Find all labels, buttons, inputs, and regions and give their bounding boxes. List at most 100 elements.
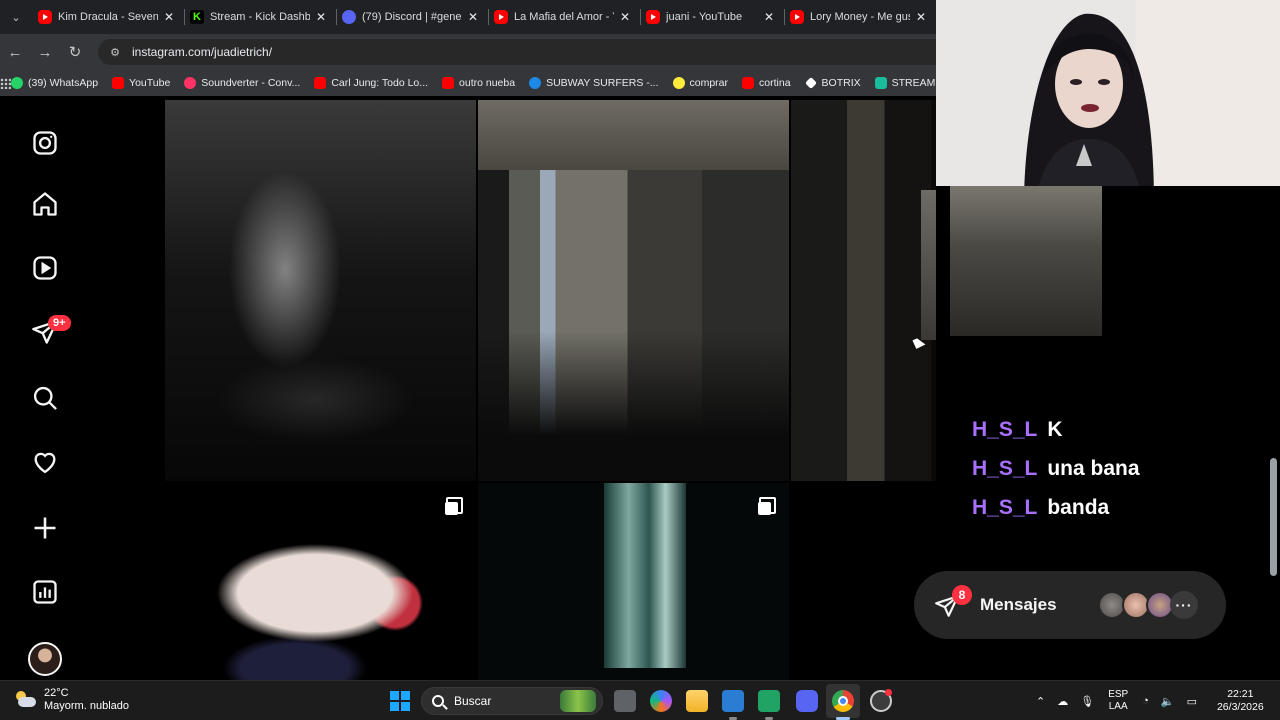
volume-icon[interactable]: 🔈 (1161, 695, 1175, 708)
close-icon[interactable]: ✕ (162, 10, 176, 24)
site-info-icon[interactable]: ⚙ (108, 45, 122, 59)
bookmark-item[interactable]: comprar (672, 77, 728, 89)
clock[interactable]: 22:21 26/3/2026 (1217, 688, 1264, 714)
youtube-icon (314, 77, 327, 89)
bookmark-label: (39) WhatsApp (28, 77, 99, 89)
tab-title: Kim Dracula - Seventeen (58, 11, 159, 23)
bookmark-label: SUBWAY SURFERS -... (546, 77, 659, 89)
bookmark-item[interactable]: SUBWAY SURFERS -... (529, 77, 659, 89)
close-icon[interactable]: ✕ (314, 10, 328, 24)
browser-tab[interactable]: (79) Discord | #general ✕ (336, 0, 488, 34)
botrix-icon (804, 77, 817, 89)
post-thumbnail[interactable] (165, 100, 476, 481)
browser-tab[interactable]: Kim Dracula - Seventeen ✕ (32, 0, 184, 34)
dashboard-chart-icon[interactable] (27, 574, 63, 610)
chrome-icon[interactable] (832, 690, 854, 712)
url-field[interactable]: ⚙ instagram.com/juadietrich/ (98, 39, 936, 65)
search-placeholder: Buscar (454, 694, 492, 708)
url-text: instagram.com/juadietrich/ (132, 45, 273, 59)
notifications-badge: 9+ (48, 315, 71, 331)
battery-icon[interactable]: ▭ (1187, 695, 1197, 708)
close-icon[interactable]: ✕ (618, 10, 632, 24)
carousel-icon (758, 497, 776, 515)
weather-widget[interactable]: 22°C Mayorm. nublado (14, 687, 129, 713)
bookmark-item[interactable]: cortina (742, 77, 791, 89)
back-arrow-icon[interactable]: ← (0, 44, 30, 61)
browser-tab[interactable]: K Stream - Kick Dashboard ✕ (184, 0, 336, 34)
bookmark-label: BOTRIX (821, 77, 861, 89)
carousel-icon (445, 497, 463, 515)
bookmark-label: YouTube (129, 77, 171, 89)
windows-start-icon[interactable] (390, 691, 410, 711)
taskbar-search[interactable]: Buscar (421, 687, 603, 715)
messages-button[interactable]: 8 Mensajes ··· (914, 571, 1226, 639)
tab-title: La Mafia del Amor - YouTube (514, 11, 614, 23)
webcam-overlay (936, 0, 1280, 186)
chat-username: H_S_L (972, 495, 1038, 519)
reels-icon[interactable] (27, 250, 63, 286)
file-explorer-icon[interactable] (686, 690, 708, 712)
streamer-webcam-image (1024, 13, 1154, 186)
bookmark-item[interactable]: BOTRIX (804, 77, 861, 89)
messages-label: Mensajes (980, 595, 1057, 614)
post-thumbnail[interactable] (478, 483, 789, 680)
home-icon[interactable] (27, 186, 63, 222)
bookmark-item[interactable]: outro nueba (442, 77, 515, 89)
chat-username: H_S_L (972, 417, 1038, 441)
copilot-icon[interactable] (650, 690, 672, 712)
taskbar: 22°C Mayorm. nublado Buscar ⌃ ☁ 🎙 ESP LA… (0, 680, 1280, 720)
chat-message: H_S_L K (972, 410, 1140, 449)
document-app-icon[interactable] (722, 690, 744, 712)
youtube-icon (494, 10, 509, 24)
bookmark-item[interactable]: STREAM (874, 77, 935, 89)
search-icon (432, 695, 444, 707)
profile-avatar[interactable] (28, 642, 62, 676)
wifi-icon[interactable]: ◔ (1142, 695, 1149, 707)
messages-badge: 8 (952, 585, 972, 605)
language-indicator[interactable]: ESP LAA (1108, 689, 1128, 713)
search-icon[interactable] (27, 380, 63, 416)
microphone-icon[interactable]: 🎙 (1080, 695, 1094, 708)
youtube-icon (112, 77, 125, 89)
scrollbar[interactable] (1268, 186, 1280, 680)
bookmarks-bar: (39) WhatsApp YouTube Soundverter - Conv… (0, 70, 936, 96)
soundverter-icon (184, 77, 197, 89)
language-code: ESP (1108, 689, 1129, 700)
stream-icon (874, 77, 887, 89)
task-view-icon[interactable] (614, 690, 636, 712)
bookmark-label: outro nueba (459, 77, 516, 89)
tab-search-chevron-icon[interactable]: ⌄ (0, 0, 32, 34)
browser-tab[interactable]: juani - YouTube ✕ (640, 0, 784, 34)
discord-icon[interactable] (796, 690, 818, 712)
close-icon[interactable]: ✕ (762, 10, 776, 24)
chat-username: H_S_L (972, 456, 1038, 480)
subway-icon (529, 77, 542, 89)
chat-message: H_S_L banda (972, 488, 1140, 527)
forward-arrow-icon[interactable]: → (30, 44, 60, 61)
instagram-logo-icon[interactable] (27, 125, 63, 161)
tab-title: Lory Money - Me gusta (810, 11, 910, 23)
bookmark-item[interactable]: (39) WhatsApp (11, 77, 98, 89)
reload-icon[interactable]: ↻ (60, 43, 90, 61)
close-icon[interactable]: ✕ (466, 10, 480, 24)
heart-icon[interactable] (27, 444, 63, 480)
apps-grid-icon[interactable] (0, 77, 11, 89)
onedrive-icon[interactable]: ☁ (1057, 695, 1068, 708)
chat-text: una bana (1047, 456, 1140, 480)
bookmark-item[interactable]: Carl Jung: Todo Lo... (314, 77, 428, 89)
spreadsheet-app-icon[interactable] (758, 690, 780, 712)
create-plus-icon[interactable] (27, 510, 63, 546)
browser-tab[interactable]: La Mafia del Amor - YouTube ✕ (488, 0, 640, 34)
youtube-icon (442, 77, 455, 89)
scrollbar-thumb[interactable] (1270, 458, 1277, 576)
clock-date: 26/3/2026 (1216, 701, 1264, 713)
post-thumbnail[interactable] (165, 483, 476, 680)
bookmark-item[interactable]: Soundverter - Conv... (184, 77, 300, 89)
bookmark-item[interactable]: YouTube (112, 77, 170, 89)
youtube-icon (38, 10, 53, 24)
post-thumbnail[interactable] (478, 100, 789, 481)
close-icon[interactable]: ✕ (914, 10, 928, 24)
more-icon: ··· (1170, 591, 1198, 619)
browser-tab[interactable]: Lory Money - Me gusta ✕ (784, 0, 936, 34)
chevron-up-icon[interactable]: ⌃ (1036, 695, 1045, 708)
